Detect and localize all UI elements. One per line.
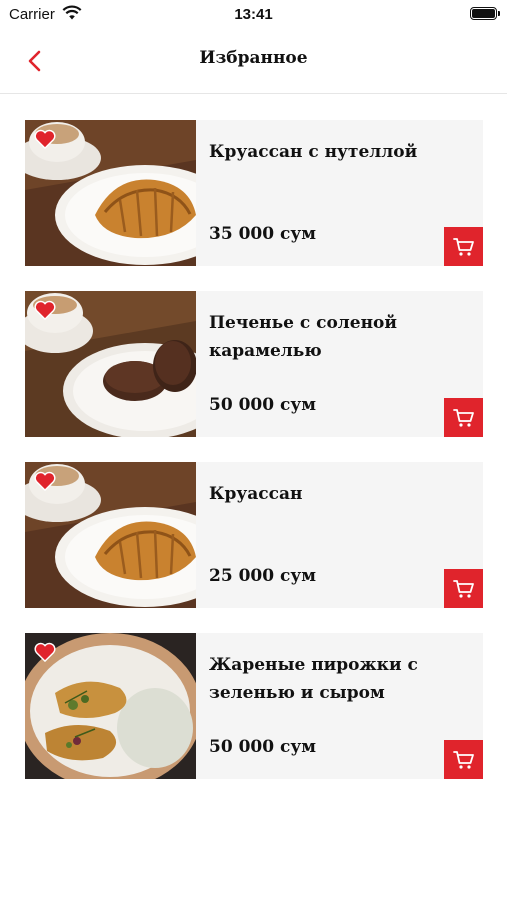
status-bar: Carrier 13:41 xyxy=(0,0,507,28)
product-card[interactable]: Круассан 25 000 сум xyxy=(25,462,483,608)
product-price: 50 000 сум xyxy=(209,737,316,757)
favorites-list: Круассан с нутеллой 35 000 сум Печенье с… xyxy=(25,120,483,804)
product-card[interactable]: Печенье с соленой карамелью 50 000 сум xyxy=(25,291,483,437)
navigation-bar: Избранное xyxy=(0,28,507,94)
cart-icon xyxy=(452,408,474,427)
product-image xyxy=(25,462,196,608)
heart-icon[interactable] xyxy=(34,642,56,662)
heart-icon[interactable] xyxy=(34,471,56,491)
product-price: 50 000 сум xyxy=(209,395,316,415)
add-to-cart-button[interactable] xyxy=(444,569,483,608)
add-to-cart-button[interactable] xyxy=(444,740,483,779)
heart-icon[interactable] xyxy=(34,300,56,320)
product-image xyxy=(25,120,196,266)
product-name: Круассан с нутеллой xyxy=(209,142,418,162)
add-to-cart-button[interactable] xyxy=(444,398,483,437)
product-card[interactable]: Круассан с нутеллой 35 000 сум xyxy=(25,120,483,266)
add-to-cart-button[interactable] xyxy=(444,227,483,266)
product-name: Круассан xyxy=(209,484,303,504)
product-image xyxy=(25,291,196,437)
product-card[interactable]: Жареные пирожки с зеленью и сыром 50 000… xyxy=(25,633,483,779)
status-time: 13:41 xyxy=(234,6,273,23)
product-name: Жареные пирожки с зеленью и сыром xyxy=(209,655,418,703)
cart-icon xyxy=(452,237,474,256)
product-name: Печенье с соленой карамелью xyxy=(209,313,397,361)
cart-icon xyxy=(452,750,474,769)
cart-icon xyxy=(452,579,474,598)
product-price: 25 000 сум xyxy=(209,566,316,586)
product-price: 35 000 сум xyxy=(209,224,316,244)
heart-icon[interactable] xyxy=(34,129,56,149)
page-title: Избранное xyxy=(199,48,308,68)
product-image xyxy=(25,633,196,779)
battery-icon xyxy=(470,7,500,20)
